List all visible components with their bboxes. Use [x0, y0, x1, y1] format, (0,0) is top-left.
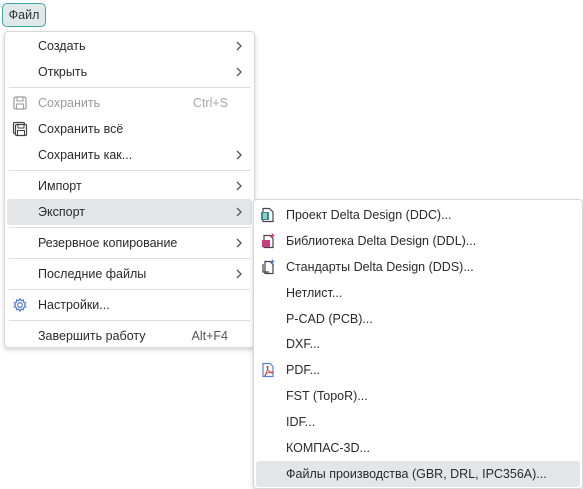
menu-separator — [9, 170, 250, 171]
menu-item-label: Библиотека Delta Design (DDL)... — [286, 233, 477, 248]
menu-separator — [9, 289, 250, 290]
export-item-dxf[interactable]: DXF... — [256, 331, 580, 357]
menu-separator — [9, 320, 250, 321]
menu-item-label: PDF... — [286, 363, 321, 378]
menu-item-label: Файлы производства (GBR, DRL, IPC356A)..… — [286, 466, 547, 481]
menu-item-save-all[interactable]: Сохранить всё — [7, 116, 252, 142]
menu-item-label: Стандарты Delta Design (DDS)... — [286, 259, 474, 274]
menu-item-label: Сохранить как... — [38, 148, 133, 162]
export-item-netlist[interactable]: Нетлист... — [256, 280, 580, 306]
menu-item-label: Настройки... — [38, 298, 110, 312]
menu-item-backup[interactable]: Резервное копирование — [7, 230, 252, 256]
project-file-icon — [261, 207, 274, 223]
chevron-right-icon — [236, 238, 242, 248]
standards-file-icon — [262, 259, 275, 274]
chevron-right-icon — [236, 269, 242, 279]
menu-item-label: Открыть — [38, 65, 88, 79]
chevron-right-icon — [236, 67, 242, 77]
floppy-disk-icon — [13, 96, 27, 110]
export-item-ddl[interactable]: Библиотека Delta Design (DDL)... — [256, 228, 580, 254]
menu-item-label: Резервное копирование — [38, 236, 178, 250]
library-file-icon — [262, 233, 275, 248]
menu-item-save[interactable]: Сохранить Ctrl+S — [7, 90, 252, 116]
menu-item-label: Сохранить всё — [38, 122, 124, 136]
pdf-file-icon — [262, 363, 274, 378]
chevron-right-icon — [236, 207, 242, 217]
menu-item-save-as[interactable]: Сохранить как... — [7, 142, 252, 168]
menu-item-label: Последние файлы — [38, 267, 147, 281]
menu-item-export[interactable]: Экспорт — [7, 199, 252, 225]
menu-item-recent-files[interactable]: Последние файлы — [7, 261, 252, 287]
gear-icon — [13, 297, 27, 313]
export-item-ddc[interactable]: Проект Delta Design (DDC)... — [256, 202, 580, 228]
file-menu: Создать Открыть Сохранить Ctrl+S Сохрани… — [4, 31, 255, 348]
menu-item-label: Экспорт — [38, 205, 85, 219]
chevron-right-icon — [236, 150, 242, 160]
export-submenu: Проект Delta Design (DDC)... Библиотека … — [253, 199, 583, 489]
export-item-fst[interactable]: FST (TopoR)... — [256, 383, 580, 409]
menu-item-label: DXF... — [286, 337, 321, 352]
menu-item-label: Сохранить — [38, 96, 101, 110]
menu-item-label: Проект Delta Design (DDC)... — [286, 207, 452, 222]
export-item-dds[interactable]: Стандарты Delta Design (DDS)... — [256, 254, 580, 280]
menu-separator — [9, 87, 250, 88]
file-menu-button[interactable]: Файл — [2, 3, 46, 27]
menu-item-import[interactable]: Импорт — [7, 173, 252, 199]
menu-item-label: КОМПАС-3D... — [286, 440, 370, 455]
menu-item-settings[interactable]: Настройки... — [7, 292, 252, 318]
menu-item-exit[interactable]: Завершить работу Alt+F4 — [7, 323, 252, 349]
menu-item-label: Импорт — [38, 179, 82, 193]
export-item-production-files[interactable]: Файлы производства (GBR, DRL, IPC356A)..… — [256, 460, 580, 487]
export-item-kompas[interactable]: КОМПАС-3D... — [256, 435, 580, 461]
menu-item-label: FST (TopoR)... — [286, 389, 368, 404]
menu-separator — [9, 258, 250, 259]
menu-item-label: Завершить работу — [38, 329, 146, 343]
menu-item-label: IDF... — [286, 415, 316, 430]
shortcut-label: Alt+F4 — [191, 329, 228, 343]
menu-item-label: P-CAD (PCB)... — [286, 311, 373, 326]
menu-item-open[interactable]: Открыть — [7, 59, 252, 85]
menu-item-label: Создать — [38, 39, 86, 53]
shortcut-label: Ctrl+S — [192, 96, 228, 110]
chevron-right-icon — [236, 41, 242, 51]
menu-item-label: Нетлист... — [286, 285, 343, 300]
export-item-pcad[interactable]: P-CAD (PCB)... — [256, 306, 580, 332]
save-all-icon — [12, 121, 28, 137]
menu-item-create[interactable]: Создать — [7, 33, 252, 59]
chevron-right-icon — [236, 181, 242, 191]
export-item-pdf[interactable]: PDF... — [256, 357, 580, 383]
export-item-idf[interactable]: IDF... — [256, 409, 580, 435]
menu-separator — [9, 227, 250, 228]
